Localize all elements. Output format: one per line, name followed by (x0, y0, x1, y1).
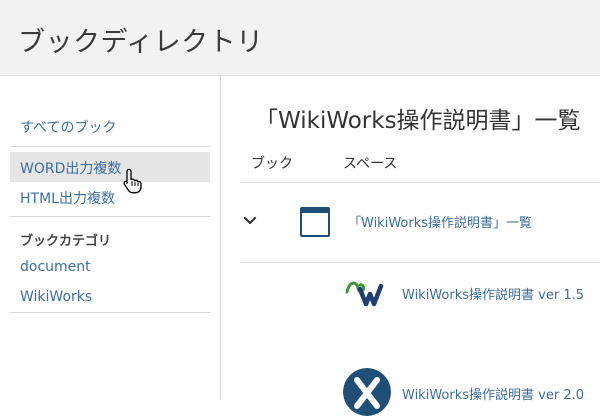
hand-cursor-icon (123, 168, 142, 194)
sidebar: すべてのブック WORD出力複数 HTML出力複数 ブックカテゴリ docume… (0, 76, 221, 400)
book-parent-link[interactable]: 「WikiWorks操作説明書」一覧 (348, 212, 532, 231)
column-header-space: スペース (343, 156, 398, 172)
book-icon (300, 207, 330, 237)
sidebar-divider (10, 312, 210, 313)
main-heading: 「WikiWorks操作説明書」一覧 (255, 108, 581, 134)
column-header-book: ブック (251, 156, 293, 172)
app-header: ブックディレクトリ (0, 0, 600, 76)
sidebar-divider (10, 216, 210, 217)
sidebar-word-export-link[interactable]: WORD出力複数 (20, 158, 121, 178)
book-link-ver15[interactable]: WikiWorks操作説明書 ver 1.5 (402, 284, 584, 303)
row-divider (240, 262, 600, 263)
book-link-ver20[interactable]: WikiWorks操作説明書 ver 2.0 (402, 384, 584, 403)
sidebar-all-books-link[interactable]: すべてのブック (20, 117, 116, 137)
xwiki-logo-icon (343, 368, 391, 416)
page-title: ブックディレクトリ (18, 27, 264, 58)
sidebar-category-heading: ブックカテゴリ (20, 234, 112, 249)
sidebar-html-export-link[interactable]: HTML出力複数 (20, 188, 115, 208)
wikiworks-logo-icon (343, 268, 389, 314)
sidebar-divider (10, 146, 210, 147)
sidebar-category-wikiworks[interactable]: WikiWorks (20, 289, 92, 305)
chevron-down-icon[interactable] (242, 215, 258, 227)
row-divider (240, 182, 600, 183)
sidebar-category-document[interactable]: document (20, 259, 91, 275)
